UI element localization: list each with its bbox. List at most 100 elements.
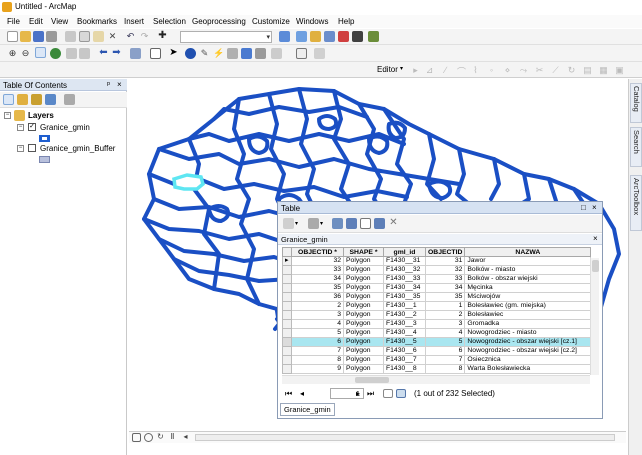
arctoolbox-dock-tab[interactable]: ArcToolbox (630, 175, 642, 231)
first-record-icon[interactable]: ⏮ (285, 389, 292, 399)
delete-selected-icon[interactable]: ✕ (388, 218, 399, 229)
scrollbar-thumb[interactable] (355, 377, 389, 383)
table-cell[interactable]: 35 (291, 283, 344, 293)
table-row[interactable]: 3 Polygon F1430__2 2 Bolesławiec (282, 310, 592, 320)
time-slider-icon[interactable] (271, 48, 282, 59)
reshape-icon[interactable]: ⤳ (518, 65, 529, 76)
edit-annotation-icon[interactable]: ⊿ (424, 65, 435, 76)
table-row[interactable]: 2 Polygon F1430__1 1 Bolesławiec (gm. miejsk… (282, 301, 592, 311)
table-cell[interactable]: Polygon (343, 346, 384, 356)
select-by-attributes-icon[interactable] (332, 218, 343, 229)
new-document-icon[interactable] (7, 31, 18, 42)
measure-icon[interactable] (255, 48, 266, 59)
row-selector-header[interactable] (282, 247, 292, 257)
table-tab-name[interactable]: Granice_gmin (281, 235, 328, 244)
select-elements-icon[interactable]: ➤ (168, 48, 179, 59)
attributes-icon[interactable]: ▤ (582, 65, 593, 76)
row-selector[interactable] (282, 310, 292, 320)
fixed-zoom-in-icon[interactable] (66, 48, 77, 59)
table-cell[interactable]: Męcinka (464, 283, 592, 293)
table-cell[interactable]: 3 (291, 310, 344, 320)
row-selector[interactable] (282, 301, 292, 311)
menu-insert[interactable]: Insert (124, 17, 144, 26)
column-header[interactable]: NAZWA (464, 247, 592, 257)
select-features-icon[interactable] (130, 48, 141, 59)
arctoolbox-icon[interactable] (338, 31, 349, 42)
table-vertical-scrollbar[interactable] (590, 258, 599, 375)
menu-bookmarks[interactable]: Bookmarks (77, 17, 117, 26)
edit-vertices-icon[interactable]: ⋄ (502, 65, 513, 76)
save-icon[interactable] (33, 31, 44, 42)
editor-menu-button[interactable]: Editor (377, 65, 398, 74)
table-cell[interactable]: 35 (424, 292, 466, 302)
table-cell[interactable]: F1430__32 (383, 265, 426, 275)
pause-drawing-icon[interactable]: Ⅱ (168, 433, 177, 442)
table-cell[interactable]: F1430__4 (383, 328, 426, 338)
table-cell[interactable]: Polygon (343, 364, 384, 374)
row-selector[interactable] (282, 364, 292, 374)
layers-root-label[interactable]: Layers (28, 111, 54, 120)
table-cell[interactable]: Warta Bolesławiecka (464, 364, 592, 374)
table-cell[interactable]: 31 (424, 256, 466, 266)
column-header[interactable]: SHAPE * (343, 247, 384, 257)
close-icon[interactable]: × (117, 80, 122, 89)
table-cell[interactable]: Polygon (343, 265, 384, 275)
table-row[interactable]: 35 Polygon F1430__34 34 Męcinka (282, 283, 592, 293)
modelbuilder-icon[interactable] (368, 31, 379, 42)
row-selector[interactable]: ▸ (282, 256, 292, 266)
pin-icon[interactable]: ᵖ (107, 80, 110, 89)
print-icon[interactable] (46, 31, 57, 42)
table-row[interactable]: 34 Polygon F1430__33 33 Bolków - obszar wiej… (282, 274, 592, 284)
close-icon[interactable]: × (592, 203, 597, 212)
undo-icon[interactable]: ↶ (125, 31, 136, 42)
sketch-properties-icon[interactable]: ▦ (598, 65, 609, 76)
add-data-icon[interactable]: ✚ (157, 31, 168, 42)
redo-icon[interactable]: ↷ (139, 31, 150, 42)
table-cell[interactable]: Polygon (343, 328, 384, 338)
forward-icon[interactable]: ➡ (111, 48, 122, 59)
create-features-icon[interactable]: ▣ (614, 65, 625, 76)
table-cell[interactable]: F1430__8 (383, 364, 426, 374)
hyperlink-icon[interactable]: ⚡ (213, 48, 224, 59)
identify-icon[interactable] (185, 48, 196, 59)
menu-selection[interactable]: Selection (153, 17, 186, 26)
table-cell[interactable]: Polygon (343, 274, 384, 284)
edit-tool-icon[interactable]: ▸ (410, 65, 421, 76)
next-record-icon[interactable]: ▸ (356, 389, 360, 398)
table-cell[interactable]: F1430__35 (383, 292, 426, 302)
layers-collapse-toggle[interactable]: − (4, 112, 11, 119)
switch-selection-icon[interactable] (346, 218, 357, 229)
table-cell[interactable]: F1430__6 (383, 346, 426, 356)
row-selector[interactable] (282, 346, 292, 356)
pan-icon[interactable] (35, 47, 46, 58)
show-all-records-icon[interactable] (383, 389, 393, 398)
table-cell[interactable]: Polygon (343, 337, 384, 347)
search-window-icon[interactable] (324, 31, 335, 42)
table-row[interactable]: 8 Polygon F1430__7 7 Osiecznica (282, 355, 592, 365)
table-cell[interactable]: Jawor (464, 256, 592, 266)
close-icon[interactable]: × (593, 234, 598, 243)
straight-segment-icon[interactable]: ∕ (440, 65, 451, 76)
table-cell[interactable]: F1430__5 (383, 337, 426, 347)
list-by-source-icon[interactable] (17, 94, 28, 105)
table-options-icon[interactable] (283, 218, 294, 229)
table-cell[interactable]: F1430__2 (383, 310, 426, 320)
table-row[interactable]: 33 Polygon F1430__32 32 Bolków - miasto (282, 265, 592, 275)
table-cell[interactable]: 8 (291, 355, 344, 365)
rotate-icon[interactable]: ↻ (566, 65, 577, 76)
table-cell[interactable]: 9 (291, 364, 344, 374)
table-cell[interactable]: F1430__34 (383, 283, 426, 293)
toc-window-icon[interactable] (296, 31, 307, 42)
editor-toolbar-icon[interactable] (279, 31, 290, 42)
layer-symbol[interactable] (39, 135, 50, 142)
menu-edit[interactable]: Edit (29, 17, 43, 26)
delete-icon[interactable]: ✕ (107, 31, 118, 42)
menu-view[interactable]: View (51, 17, 68, 26)
table-row[interactable]: 9 Polygon F1430__8 8 Warta Bolesławiecka (282, 364, 592, 374)
end-point-arc-icon[interactable]: ⌒ (456, 65, 467, 77)
table-cell[interactable]: F1430__33 (383, 274, 426, 284)
row-selector[interactable] (282, 337, 292, 347)
table-cell[interactable]: Polygon (343, 283, 384, 293)
table-cell[interactable]: Gromadka (464, 319, 592, 329)
table-cell[interactable]: F1430__31 (383, 256, 426, 266)
